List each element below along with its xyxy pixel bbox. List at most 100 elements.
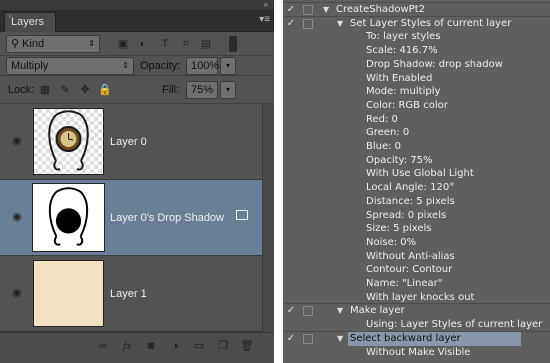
link-icon[interactable]: ∞ <box>96 339 110 353</box>
action-detail-row: Mode: multiply <box>283 85 550 99</box>
search-icon: ⚲ <box>11 38 23 50</box>
filter-toggle-switch[interactable] <box>229 36 237 52</box>
action-detail-row: Noise: 0% <box>283 236 550 250</box>
action-step-row[interactable]: ✓ ▼ Make layer <box>283 303 550 318</box>
action-label: Red: 0 <box>366 113 398 125</box>
blend-mode-value: Multiply <box>11 60 49 72</box>
type-filter-icon[interactable]: T <box>158 35 172 53</box>
layer-row-selected[interactable]: ◉ Layer 0's Drop Shadow <box>0 180 262 256</box>
opacity-dropdown-button[interactable]: ▾ <box>220 57 236 75</box>
layers-bottom-toolbar: ∞ fx ◙ ◑ ▭ ❐ 🗑 <box>0 332 274 363</box>
fx-icon[interactable]: fx <box>120 339 134 353</box>
action-label: Spread: 0 pixels <box>366 209 447 221</box>
filter-row: ⚲ Kind ⇕ ▣ ◐ T ⌗ ▤ <box>0 32 274 56</box>
action-label: Distance: 5 pixels <box>366 195 455 207</box>
layer-name[interactable]: Layer 0 <box>110 136 147 148</box>
lock-paint-icon[interactable]: ✎ <box>58 81 72 99</box>
layer-thumbnail[interactable] <box>33 108 104 175</box>
clock-thumbnail-icon <box>48 110 89 171</box>
adjustment-icon[interactable]: ◑ <box>168 339 182 353</box>
mask-icon[interactable]: ◙ <box>144 339 158 353</box>
close-icon[interactable]: × <box>8 13 13 21</box>
action-label: Drop Shadow: drop shadow <box>366 58 503 70</box>
action-label: Mode: multiply <box>366 86 441 98</box>
opacity-input[interactable]: 100% <box>186 57 219 75</box>
fill-dropdown-button[interactable]: ▾ <box>220 81 236 99</box>
expand-triangle-icon[interactable]: ▼ <box>337 332 343 346</box>
action-detail-row: Blue: 0 <box>283 140 550 154</box>
blend-mode-select[interactable]: Multiply ⇕ <box>6 57 134 75</box>
action-detail-row: Scale: 416.7% <box>283 44 550 58</box>
tab-layers[interactable]: × Layers <box>4 12 56 32</box>
action-detail-row: Opacity: 75% <box>283 154 550 168</box>
dialog-toggle-box[interactable] <box>303 333 313 344</box>
lock-position-icon[interactable]: ✥ <box>78 81 92 99</box>
actions-panel: ✓ ▼ CreateShadowPt2 ✓ ▼ Set Layer Styles of c… <box>283 0 550 363</box>
lock-row: Lock: ▦ ✎ ✥ 🔒 Fill: 75% ▾ <box>0 76 274 104</box>
action-detail-row: Contour: Contour <box>283 263 550 277</box>
action-step-row[interactable]: ✓ ▼ Set Layer Styles of current layer <box>283 15 550 31</box>
visibility-eye-icon[interactable]: ◉ <box>7 286 27 299</box>
check-icon[interactable]: ✓ <box>285 17 297 31</box>
fill-label: Fill: <box>162 84 180 96</box>
folder-icon[interactable]: ▭ <box>192 339 206 353</box>
layer-row[interactable]: ◉ Layer 1 <box>0 256 262 332</box>
lock-label: Lock: <box>8 84 35 96</box>
panel-title-bar[interactable]: » <box>0 0 274 10</box>
lock-all-icon[interactable]: 🔒 <box>98 81 112 99</box>
expand-triangle-icon[interactable]: ▼ <box>337 304 343 318</box>
opacity-label: Opacity: <box>140 60 181 72</box>
check-icon[interactable]: ✓ <box>285 332 297 346</box>
layers-scrollbar[interactable] <box>262 104 274 332</box>
action-label[interactable]: Make layer <box>350 304 405 318</box>
action-label: Green: 0 <box>366 127 410 139</box>
layer-name[interactable]: Layer 1 <box>110 288 147 300</box>
action-label[interactable]: Select backward layer <box>348 331 521 346</box>
smart-object-filter-icon[interactable]: ▤ <box>199 35 213 53</box>
visibility-eye-icon[interactable]: ◉ <box>7 134 27 147</box>
check-icon[interactable]: ✓ <box>285 304 297 318</box>
action-label: Scale: 416.7% <box>366 45 438 57</box>
new-layer-icon[interactable]: ❐ <box>216 339 230 353</box>
action-label: Local Angle: 120° <box>366 182 455 194</box>
action-label: Without Anti-alias <box>366 250 455 262</box>
action-label: Blue: 0 <box>366 141 402 152</box>
layer-thumbnail[interactable] <box>33 260 104 327</box>
action-detail-row: Green: 0 <box>283 126 550 140</box>
dialog-toggle-box[interactable] <box>303 306 313 317</box>
panel-tab-row: × Layers ▾≡ <box>0 10 274 32</box>
action-detail-row: Without Anti-alias <box>283 250 550 264</box>
action-detail-row: Color: RGB color <box>283 99 550 113</box>
visibility-eye-icon[interactable]: ◉ <box>7 210 27 223</box>
trash-icon[interactable]: 🗑 <box>240 339 254 353</box>
action-label[interactable]: Set Layer Styles of current layer <box>350 17 511 31</box>
kind-label: Kind <box>22 38 45 50</box>
layer-name[interactable]: Layer 0's Drop Shadow <box>110 212 224 224</box>
action-label: Name: "Linear" <box>366 278 443 289</box>
layer-style-badge-icon[interactable] <box>236 210 248 220</box>
action-detail-row: Name: "Linear" <box>283 277 550 291</box>
lock-transparency-icon[interactable]: ▦ <box>38 81 52 99</box>
shape-filter-icon[interactable]: ⌗ <box>179 35 193 53</box>
dialog-toggle-box[interactable] <box>303 18 313 29</box>
layer-row[interactable]: ◉ Layer 0 <box>0 104 262 180</box>
chevron-updown-icon: ⇕ <box>122 61 129 70</box>
panel-menu-icon[interactable]: ▾≡ <box>259 14 270 25</box>
collapse-icon[interactable]: » <box>264 0 268 9</box>
pixel-filter-icon[interactable]: ▣ <box>116 35 130 53</box>
dialog-toggle-box[interactable] <box>303 5 313 15</box>
row-divider <box>283 303 550 305</box>
action-label: Without Make Visible <box>366 346 471 358</box>
action-detail-row: Drop Shadow: drop shadow <box>283 58 550 72</box>
expand-triangle-icon[interactable]: ▼ <box>337 17 343 31</box>
action-step-row[interactable]: ✓ ▼ Select backward layer <box>283 330 550 346</box>
adjustment-filter-icon[interactable]: ◐ <box>136 35 150 53</box>
kind-filter-select[interactable]: ⚲ Kind ⇕ <box>6 35 100 53</box>
action-label: With Enabled <box>366 72 433 84</box>
action-detail-row: Distance: 5 pixels <box>283 195 550 209</box>
fill-input[interactable]: 75% <box>186 81 218 99</box>
layer-thumbnail[interactable] <box>32 183 105 252</box>
chevron-updown-icon: ⇕ <box>88 39 95 48</box>
action-label: Contour: Contour <box>366 264 453 276</box>
action-label: To: layer styles <box>366 31 441 43</box>
